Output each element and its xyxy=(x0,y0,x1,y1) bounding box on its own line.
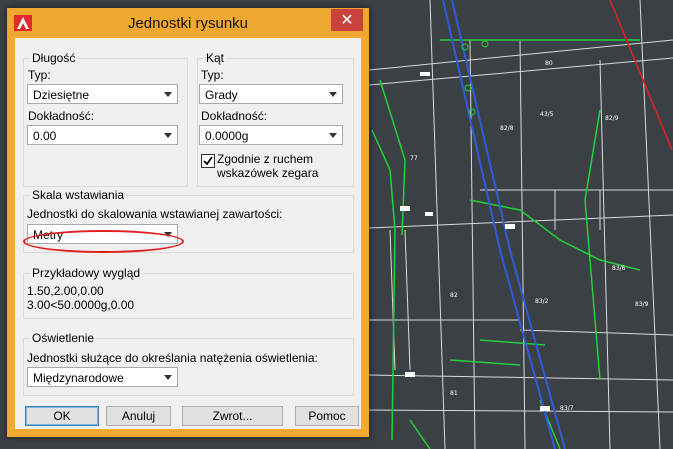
chevron-down-icon xyxy=(164,92,172,97)
sample-output-group: Przykładowy wygląd 1.50,2.00,0.00 3.00<5… xyxy=(23,266,354,319)
angle-legend: Kąt xyxy=(204,51,227,65)
lighting-label: Jednostki służące do określania natężeni… xyxy=(27,351,318,365)
checkmark-icon xyxy=(203,156,213,166)
cad-parcel-label: 83/7 xyxy=(560,405,574,412)
chevron-down-icon xyxy=(329,92,337,97)
cad-parcel-label: 82 xyxy=(450,292,458,299)
sample-output-line2: 3.00<50.0000g,0.00 xyxy=(27,298,135,312)
cad-parcel-label: 80 xyxy=(545,60,553,67)
angle-type-select[interactable]: Grady xyxy=(199,84,343,104)
close-button[interactable]: ✕ xyxy=(331,9,363,31)
lighting-group: Oświetlenie Jednostki służące do określa… xyxy=(23,331,354,396)
ok-button[interactable]: OK xyxy=(25,406,99,426)
chevron-down-icon xyxy=(329,133,337,138)
length-precision-value: 0.00 xyxy=(33,129,57,143)
cad-parcel-label: 82/8 xyxy=(500,125,514,132)
length-legend: Długość xyxy=(30,51,78,65)
lighting-legend: Oświetlenie xyxy=(30,331,97,345)
angle-group: Kąt Typ: Grady Dokładność: 0.0000g Zgodn… xyxy=(197,51,354,187)
angle-type-value: Grady xyxy=(205,88,238,102)
angle-precision-label: Dokładność: xyxy=(201,109,268,123)
lighting-select[interactable]: Międzynarodowe xyxy=(27,367,178,387)
length-precision-label: Dokładność: xyxy=(28,109,95,123)
length-precision-select[interactable]: 0.00 xyxy=(27,125,178,145)
cad-parcel-label: 83/6 xyxy=(612,265,626,272)
lighting-value: Międzynarodowe xyxy=(33,371,124,385)
cad-parcel-label: 83/9 xyxy=(635,301,649,308)
direction-button[interactable]: Zwrot... xyxy=(182,406,283,426)
red-highlight-ellipse xyxy=(23,230,184,253)
angle-type-label: Typ: xyxy=(201,68,224,82)
insertion-scale-label: Jednostki do skalowania wstawianej zawar… xyxy=(27,207,283,221)
insertion-scale-legend: Skala wstawiania xyxy=(30,188,127,202)
chevron-down-icon xyxy=(164,375,172,380)
dialog-body: Długość Typ: Dziesiętne Dokładność: 0.00… xyxy=(15,38,361,429)
cad-parcel-label: 83/2 xyxy=(535,298,549,305)
clockwise-label-line1: Zgodnie z ruchem xyxy=(217,152,314,166)
angle-precision-value: 0.0000g xyxy=(205,129,249,143)
chevron-down-icon xyxy=(164,133,172,138)
angle-precision-select[interactable]: 0.0000g xyxy=(199,125,343,145)
clockwise-label-line2: wskazówek zegara xyxy=(217,166,319,180)
length-type-value: Dziesiętne xyxy=(33,88,90,102)
length-type-label: Typ: xyxy=(28,68,51,82)
length-type-select[interactable]: Dziesiętne xyxy=(27,84,178,104)
cad-parcel-label: 77 xyxy=(410,155,418,162)
cad-parcel-label: 81 xyxy=(450,390,458,397)
close-icon: ✕ xyxy=(340,10,354,29)
cancel-button[interactable]: Anuluj xyxy=(106,406,171,426)
cad-parcel-label: 82/9 xyxy=(605,115,619,122)
dialog-title: Jednostki rysunku xyxy=(127,15,249,32)
units-dialog: Jednostki rysunku ✕ Długość Typ: Dziesię… xyxy=(7,8,369,437)
sample-output-line1: 1.50,2.00,0.00 xyxy=(27,284,104,298)
dialog-titlebar[interactable]: Jednostki rysunku ✕ xyxy=(7,8,369,38)
sample-output-legend: Przykładowy wygląd xyxy=(30,266,143,280)
length-group: Długość Typ: Dziesiętne Dokładność: 0.00 xyxy=(23,51,188,187)
clockwise-checkbox[interactable] xyxy=(201,154,215,168)
cad-parcel-label: 43/5 xyxy=(540,111,554,118)
help-button[interactable]: Pomoc xyxy=(295,406,359,426)
